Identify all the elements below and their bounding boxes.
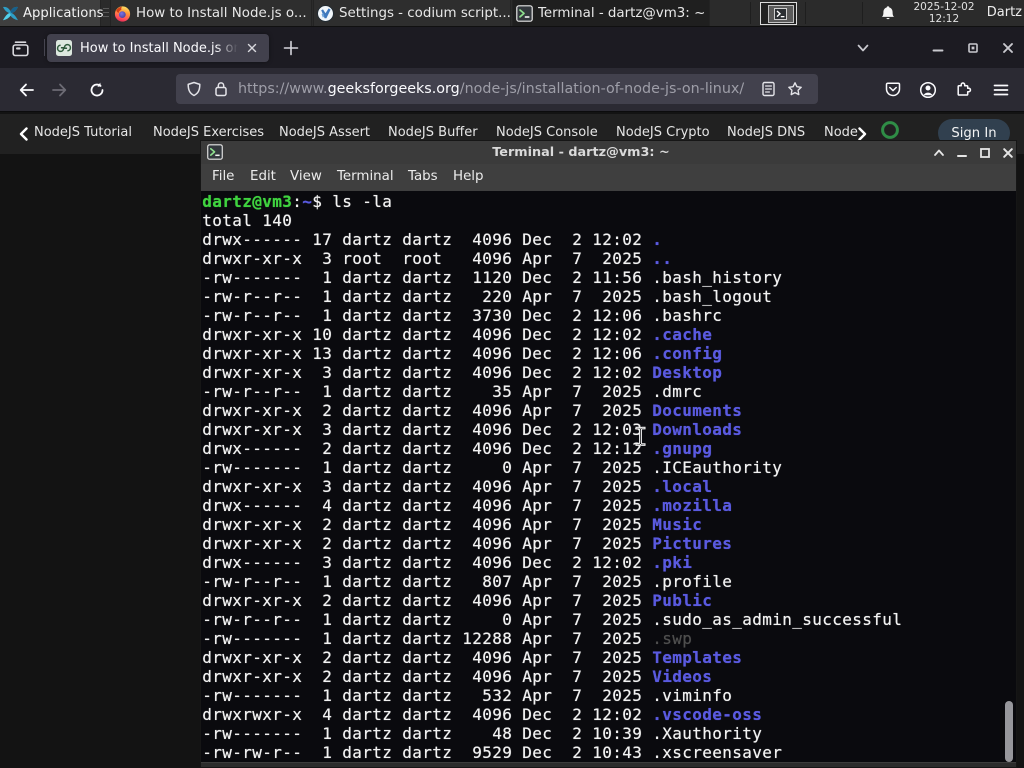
panel-clock[interactable]: 2025-12-02 12:12 <box>905 1 983 25</box>
window-maximize-button[interactable] <box>966 41 980 55</box>
clock-date: 2025-12-02 <box>913 1 975 13</box>
taskbar-button-firefox[interactable]: How to Install Node.js o... <box>110 0 312 26</box>
url-bar[interactable]: https://www.geeksforgeeks.org/node-js/in… <box>176 74 818 104</box>
bookmark-star-icon[interactable] <box>787 81 803 97</box>
back-button[interactable] <box>18 81 36 99</box>
text-cursor-pointer <box>635 426 646 447</box>
terminal-titlebar[interactable]: Terminal - dartz@vm3: ~ <box>201 141 1016 164</box>
terminal-icon <box>516 4 533 22</box>
gfg-nav-item[interactable]: Node <box>824 125 858 140</box>
gfg-nav-item[interactable]: NodeJS DNS <box>727 125 805 140</box>
taskbar-button-terminal[interactable]: Terminal - dartz@vm3: ~ <box>512 0 710 26</box>
window-minimize-button[interactable] <box>931 41 945 55</box>
terminal-scrollbar-thumb[interactable] <box>1005 701 1013 762</box>
terminal-window-title: Terminal - dartz@vm3: ~ <box>492 145 670 160</box>
new-tab-button[interactable] <box>280 37 302 59</box>
menu-terminal[interactable]: Terminal <box>337 169 394 184</box>
pager-mini-window <box>768 5 794 23</box>
gfg-nav-item[interactable]: NodeJS Assert <box>279 125 370 140</box>
panel-separator <box>862 2 863 24</box>
tabbar-separator <box>44 39 45 56</box>
terminal-window: Terminal - dartz@vm3: ~ File Edit View T… <box>200 140 1017 768</box>
tab-close-icon[interactable] <box>245 41 259 55</box>
url-text: https://www.geeksforgeeks.org/node-js/in… <box>238 80 745 97</box>
firefox-tab-bar: How to Install Node.js on <box>0 27 1024 68</box>
terminal-close-button[interactable] <box>1002 147 1014 159</box>
taskbar-label: Settings - codium script... <box>339 5 510 21</box>
browser-tab-active[interactable]: How to Install Node.js on <box>47 34 269 62</box>
window-close-button[interactable] <box>1001 41 1015 55</box>
tab-title: How to Install Node.js on <box>80 40 238 56</box>
terminal-icon <box>774 8 787 20</box>
geeksforgeeks-favicon <box>56 40 72 56</box>
terminal-screen[interactable]: dartz@vm3:~$ ls -la total 140 drwx------… <box>201 191 1016 762</box>
vscodium-icon <box>317 4 334 22</box>
menu-view[interactable]: View <box>290 169 322 184</box>
account-icon[interactable] <box>919 81 937 99</box>
menu-tabs[interactable]: Tabs <box>408 169 438 184</box>
clock-time: 12:12 <box>928 13 960 25</box>
reload-button[interactable] <box>88 81 106 99</box>
firefox-view-icon <box>11 40 29 56</box>
gfg-nav-item[interactable]: NodeJS Console <box>496 125 598 140</box>
distro-logo-icon <box>2 5 19 22</box>
nav-scroll-left-chevron-icon[interactable] <box>16 126 32 142</box>
taskbar-button-codium[interactable]: Settings - codium script... <box>313 0 511 26</box>
workspace-pager[interactable] <box>760 2 797 25</box>
panel-separator <box>805 2 806 24</box>
terminal-minimize-button[interactable] <box>956 147 968 159</box>
reader-mode-icon[interactable] <box>761 81 776 97</box>
gfg-nav-item[interactable]: NodeJS Exercises <box>153 125 264 140</box>
gfg-nav-item[interactable]: NodeJS Tutorial <box>34 125 132 140</box>
gfg-nav-item[interactable]: NodeJS Crypto <box>616 125 710 140</box>
pocket-icon[interactable] <box>884 81 902 99</box>
forward-button[interactable] <box>50 81 68 99</box>
firefox-view-button[interactable] <box>6 35 34 61</box>
search-icon[interactable] <box>880 120 900 140</box>
terminal-shade-button[interactable] <box>933 147 945 159</box>
menu-edit[interactable]: Edit <box>250 169 276 184</box>
firefox-nav-toolbar: https://www.geeksforgeeks.org/node-js/in… <box>0 68 1024 112</box>
terminal-output: dartz@vm3:~$ ls -la total 140 drwx------… <box>202 191 903 762</box>
lock-icon[interactable] <box>214 81 228 97</box>
menu-help[interactable]: Help <box>453 169 484 184</box>
taskbar-label: How to Install Node.js o... <box>136 5 307 21</box>
firefox-icon <box>114 5 131 22</box>
notification-bell-icon[interactable] <box>880 5 896 22</box>
taskbar-label: Terminal - dartz@vm3: ~ <box>538 5 706 21</box>
menu-file[interactable]: File <box>212 169 234 184</box>
terminal-icon <box>207 144 223 160</box>
hamburger-menu-icon[interactable] <box>992 81 1010 99</box>
terminal-maximize-button[interactable] <box>979 147 991 159</box>
panel-separator <box>750 2 751 24</box>
desktop-panel: Applications How to Install Node.js o...… <box>0 0 1024 27</box>
tracking-shield-icon[interactable] <box>186 81 202 97</box>
user-menu-label[interactable]: Dartz <box>987 5 1022 20</box>
gfg-nav-item[interactable]: NodeJS Buffer <box>388 125 478 140</box>
applications-label: Applications <box>23 5 104 21</box>
panel-grip-handle[interactable] <box>103 8 109 19</box>
list-all-tabs-chevron-icon[interactable] <box>856 41 870 55</box>
applications-menu-button[interactable]: Applications <box>0 0 104 26</box>
terminal-bottom-border <box>201 762 1016 767</box>
extensions-puzzle-icon[interactable] <box>954 81 972 99</box>
terminal-menubar: File Edit View Terminal Tabs Help <box>201 164 1016 191</box>
